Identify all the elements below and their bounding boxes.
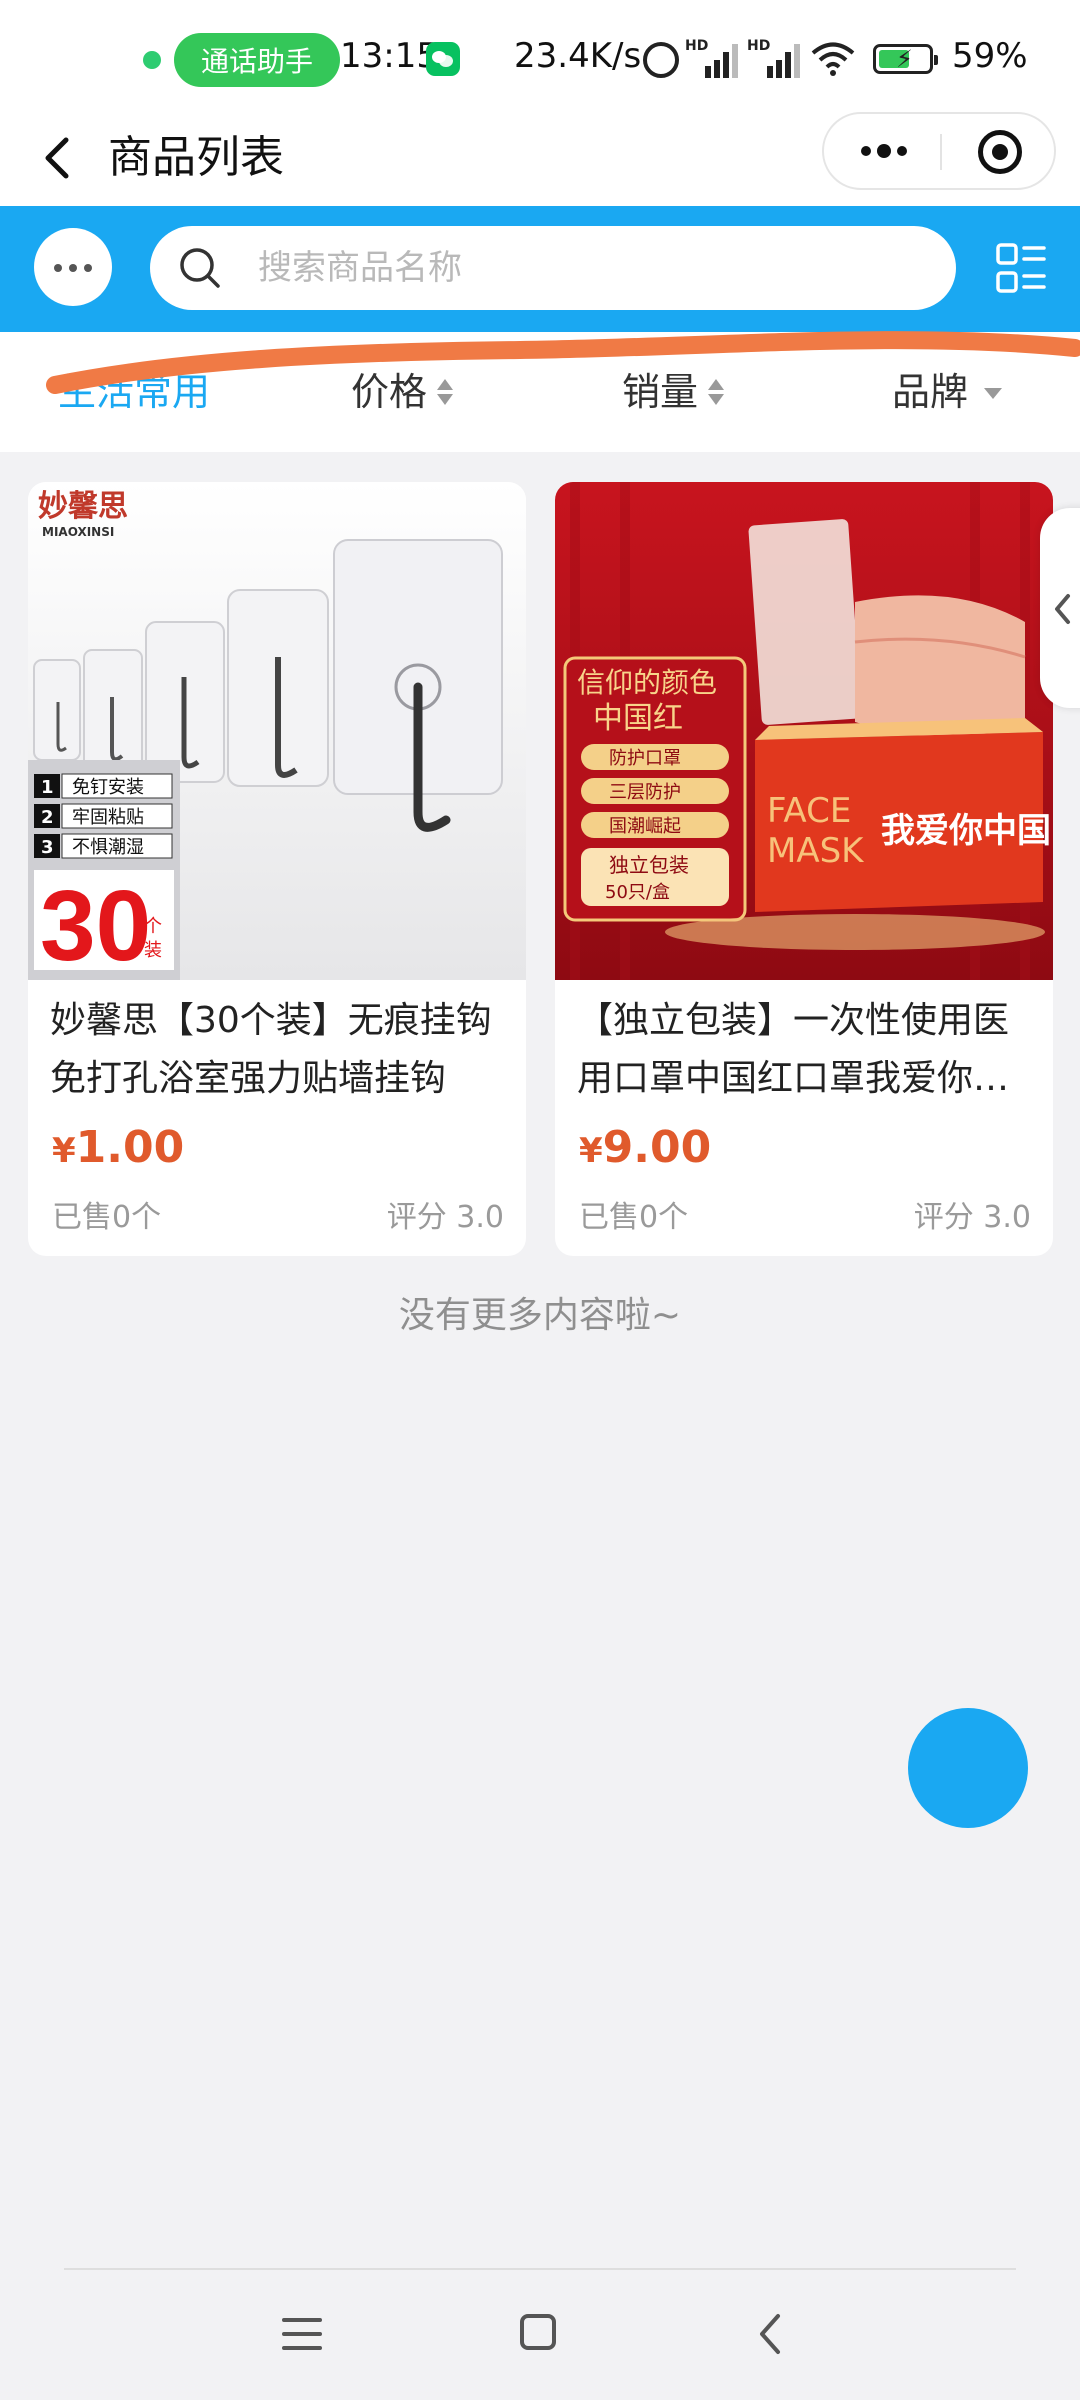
sold-count: 已售0个 xyxy=(52,1200,162,1235)
more-options-button[interactable] xyxy=(856,141,912,161)
search-placeholder: 搜索商品名称 xyxy=(258,248,462,288)
filter-sales[interactable]: 销量 xyxy=(622,332,725,452)
signal-icon: HD xyxy=(685,38,741,78)
feature-num-2: 2 xyxy=(41,807,54,828)
wifi-icon xyxy=(811,42,855,76)
chevron-left-icon xyxy=(1055,594,1070,624)
product-card-hooks[interactable]: 妙馨思 MIAOXINSI 1 免钉安装 2 牢固粘贴 3 不惧潮湿 30 个 … xyxy=(28,482,526,1256)
search-strip: 搜索商品名称 xyxy=(0,206,1080,332)
signal-hd-label-2: HD xyxy=(747,38,771,54)
active-call-dot xyxy=(143,51,161,69)
product-image-hooks[interactable]: 妙馨思 MIAOXINSI 1 免钉安装 2 牢固粘贴 3 不惧潮湿 30 个 … xyxy=(28,482,526,980)
system-back-button[interactable] xyxy=(756,2312,786,2356)
no-more-content: 没有更多内容啦~ xyxy=(398,1295,682,1336)
alarm-icon xyxy=(643,42,679,78)
wechat-icon xyxy=(426,42,460,76)
filter-bar: 生活常用 价格 销量 品牌 xyxy=(0,332,1080,452)
feature-3: 国潮崛起 xyxy=(609,816,681,837)
product-rating: 评分 3.0 xyxy=(913,1200,1031,1235)
battery-percent: 59% xyxy=(952,36,1028,76)
filter-category-label: 生活常用 xyxy=(58,370,211,414)
status-bar: 通话助手 13:15 23.4K/s HD HD ⚡ 59% xyxy=(0,0,1080,110)
feature-4: 独立包装 xyxy=(609,853,689,877)
pack-unit-2: 装 xyxy=(144,940,162,961)
sold-count: 已售0个 xyxy=(579,1200,689,1235)
feature-3: 不惧潮湿 xyxy=(72,837,144,858)
product-rating: 评分 3.0 xyxy=(386,1200,504,1235)
price-currency: ¥ xyxy=(52,1131,76,1171)
feature-2: 牢固粘贴 xyxy=(72,807,144,828)
network-speed: 23.4K/s xyxy=(514,36,642,76)
feature-num-1: 1 xyxy=(41,777,54,798)
product-price: ¥9.00 xyxy=(579,1122,711,1173)
filter-price-label: 价格 xyxy=(351,370,428,414)
call-assistant-label: 通话助手 xyxy=(200,45,313,78)
pack-unit-1: 个 xyxy=(144,916,162,937)
sort-arrows-icon xyxy=(437,377,454,409)
product-title: 【独立包装】一次性使用医用口罩中国红口罩我爱你中国 xyxy=(577,1000,1010,1099)
search-input[interactable]: 搜索商品名称 xyxy=(150,226,956,310)
slogan-line-2: 中国红 xyxy=(593,701,683,736)
box-text-2: MASK xyxy=(767,831,865,871)
price-value: 9.00 xyxy=(602,1122,712,1173)
slogan-line-1: 信仰的颜色 xyxy=(577,666,717,699)
sort-arrows-icon xyxy=(708,377,725,409)
filter-brand[interactable]: 品牌 xyxy=(892,332,1003,452)
system-nav-divider xyxy=(64,2268,1016,2270)
side-drawer-tab[interactable] xyxy=(1040,508,1080,708)
menu-button[interactable] xyxy=(34,228,112,306)
signal-icon-2: HD xyxy=(747,38,803,78)
product-title: 妙馨思【30个装】无痕挂钩免打孔浴室强力贴墙挂钩 xyxy=(50,1000,492,1099)
product-image-masks[interactable]: 信仰的颜色 中国红 防护口罩 三层防护 国潮崛起 独立包装 50只/盒 FACE… xyxy=(555,482,1053,980)
feature-1: 防护口罩 xyxy=(609,748,681,769)
filter-sales-label: 销量 xyxy=(622,370,699,414)
feature-2: 三层防护 xyxy=(609,782,681,803)
pack-quantity: 50只/盒 xyxy=(605,882,670,903)
home-button[interactable] xyxy=(520,2314,556,2350)
signal-hd-label: HD xyxy=(685,38,709,54)
battery-icon: ⚡ xyxy=(873,44,938,74)
layout-toggle-icon[interactable] xyxy=(996,242,1046,296)
page-title: 商品列表 xyxy=(108,132,284,183)
nav-bar: 商品列表 xyxy=(0,110,1080,206)
pack-count: 30 xyxy=(40,870,151,980)
filter-category[interactable]: 生活常用 xyxy=(58,332,210,452)
capsule-divider xyxy=(940,134,942,170)
price-value: 1.00 xyxy=(75,1122,185,1173)
mini-program-capsule xyxy=(822,112,1056,190)
product-price: ¥1.00 xyxy=(52,1122,184,1173)
recent-apps-button[interactable] xyxy=(282,2316,322,2352)
feature-1: 免钉安装 xyxy=(72,777,144,798)
box-text-1: FACE xyxy=(767,791,851,831)
status-time: 13:15 xyxy=(340,36,438,76)
product-card-masks[interactable]: 信仰的颜色 中国红 防护口罩 三层防护 国潮崛起 独立包装 50只/盒 FACE… xyxy=(555,482,1053,1256)
chevron-down-icon xyxy=(984,388,1003,399)
box-script: 我爱你中国 xyxy=(881,811,1051,851)
floating-action-button[interactable] xyxy=(908,1708,1028,1828)
filter-price[interactable]: 价格 xyxy=(351,332,454,452)
back-button[interactable] xyxy=(30,122,90,194)
call-assistant-pill[interactable]: 通话助手 xyxy=(174,33,340,87)
search-icon xyxy=(180,248,220,288)
status-icons: HD HD ⚡ xyxy=(643,38,1003,82)
brand-logo-en: MIAOXINSI xyxy=(42,525,114,539)
feature-num-3: 3 xyxy=(41,837,54,858)
system-nav-bar xyxy=(0,2290,1080,2380)
price-currency: ¥ xyxy=(579,1131,603,1171)
close-miniprogram-button[interactable] xyxy=(978,130,1022,174)
filter-brand-label: 品牌 xyxy=(892,370,969,414)
brand-logo: 妙馨思 xyxy=(38,489,128,524)
